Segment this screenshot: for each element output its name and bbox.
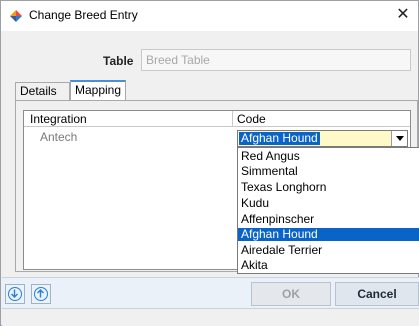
dropdown-option[interactable]: Airedale Terrier xyxy=(238,244,419,257)
tab-details[interactable]: Details xyxy=(15,82,70,100)
status-bar xyxy=(2,308,419,326)
ok-button[interactable]: OK xyxy=(251,282,331,306)
chevron-down-icon[interactable] xyxy=(391,131,407,146)
dropdown-option-selected[interactable]: Afghan Hound xyxy=(238,228,419,241)
column-header-integration[interactable]: Integration xyxy=(30,112,87,126)
code-select-value: Afghan Hound xyxy=(239,131,320,145)
dropdown-option[interactable]: Affenpinscher xyxy=(238,213,419,226)
arrow-down-circle-icon xyxy=(8,287,22,301)
app-logo-icon xyxy=(10,10,22,22)
grid-header: Integration Code xyxy=(24,111,410,127)
table-label: Table xyxy=(103,54,134,68)
code-dropdown-list: Red Angus Simmental Texas Longhorn Kudu … xyxy=(237,147,419,274)
window-title: Change Breed Entry xyxy=(29,8,138,22)
dialog-window: Change Breed Entry ✕ Table Breed Table D… xyxy=(0,0,419,326)
move-down-button[interactable] xyxy=(5,284,25,304)
column-header-code[interactable]: Code xyxy=(237,112,266,126)
cancel-button[interactable]: Cancel xyxy=(335,282,419,306)
column-divider[interactable] xyxy=(232,111,233,127)
dropdown-option[interactable]: Red Angus xyxy=(238,150,419,163)
close-button[interactable]: ✕ xyxy=(388,1,418,31)
dropdown-option[interactable]: Texas Longhorn xyxy=(238,181,419,194)
integration-cell: Antech xyxy=(40,130,78,144)
code-select[interactable]: Afghan Hound xyxy=(237,130,408,147)
tab-mapping[interactable]: Mapping xyxy=(70,80,126,100)
table-field: Breed Table xyxy=(141,49,411,71)
dropdown-option[interactable]: Simmental xyxy=(238,165,419,178)
title-bar: Change Breed Entry ✕ xyxy=(1,1,418,31)
arrow-up-circle-icon xyxy=(34,287,48,301)
move-up-button[interactable] xyxy=(31,284,51,304)
dropdown-option[interactable]: Akita xyxy=(238,259,419,272)
dropdown-option[interactable]: Kudu xyxy=(238,197,419,210)
button-bar: OK Cancel xyxy=(2,277,419,308)
